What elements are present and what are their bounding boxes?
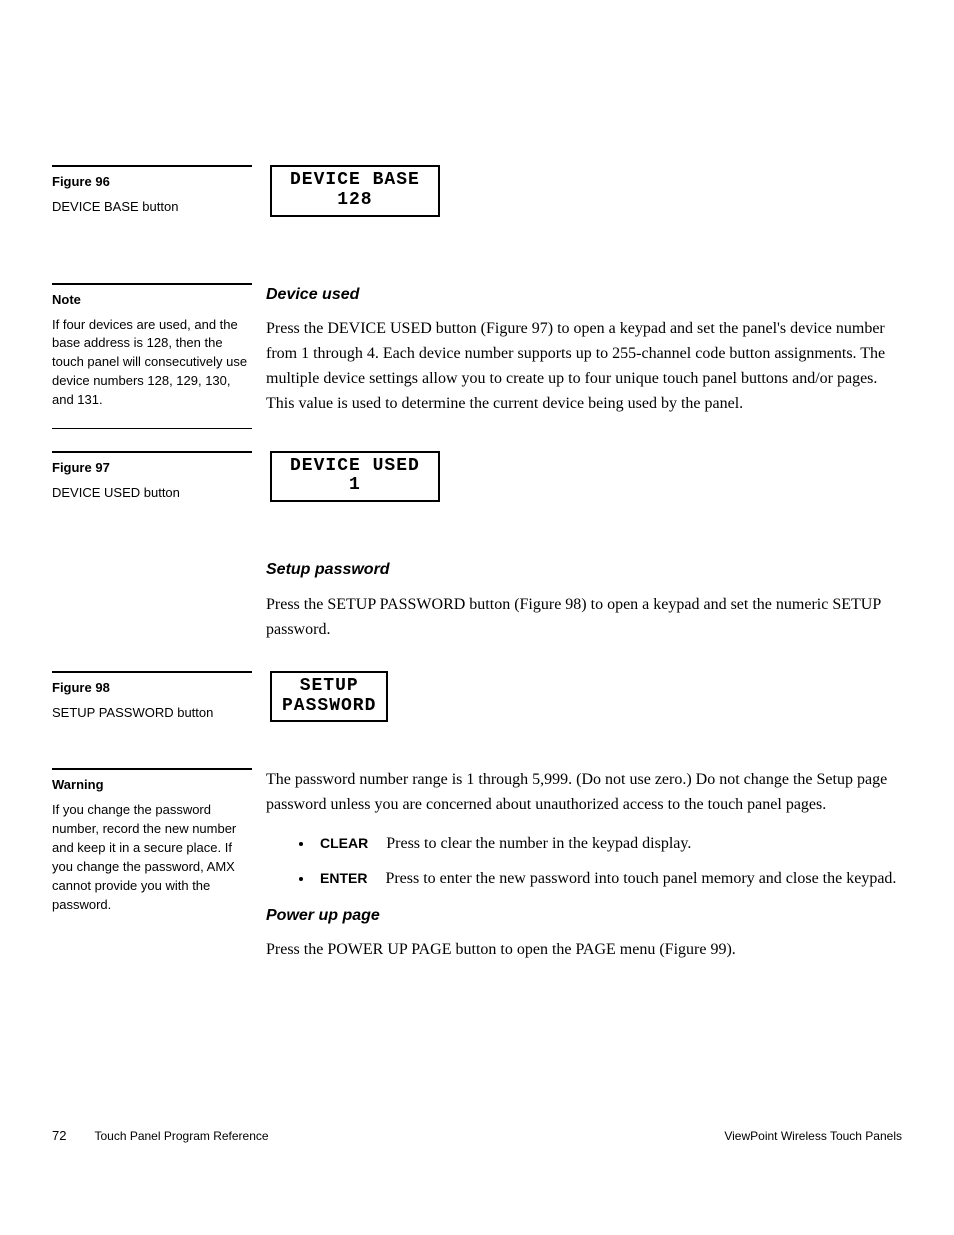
- para-device-used: Press the DEVICE USED button (Figure 97)…: [266, 317, 902, 416]
- footer-right: ViewPoint Wireless Touch Panels: [724, 1129, 902, 1143]
- section-title-setup-password: Setup password: [266, 558, 902, 583]
- row-figure-97: Figure 97 DEVICE USED button DEVICE USED…: [52, 451, 902, 521]
- para-setup-password-1: Press the SETUP PASSWORD button (Figure …: [266, 593, 902, 643]
- setup-password-line1: SETUP: [282, 677, 376, 697]
- text-clear: Press to clear the number in the keypad …: [386, 835, 691, 852]
- device-base-button: DEVICE BASE 128: [270, 165, 440, 217]
- figure-97-label: Figure 97: [52, 459, 252, 478]
- bullet-list: CLEAR Press to clear the number in the ke…: [314, 832, 902, 892]
- warning-text: If you change the password number, recor…: [52, 801, 252, 914]
- main-setup-password-2: The password number range is 1 through 5…: [252, 768, 902, 977]
- main-setup-password-1: Setup password Press the SETUP PASSWORD …: [252, 558, 902, 656]
- note-text: If four devices are used, and the base a…: [52, 316, 252, 410]
- note-label: Note: [52, 291, 252, 310]
- page-number: 72: [52, 1128, 66, 1143]
- main-figure-98: SETUP PASSWORD: [252, 671, 902, 723]
- text-enter: Press to enter the new password into tou…: [385, 870, 896, 887]
- footer-left: Touch Panel Program Reference: [94, 1129, 268, 1143]
- row-figure-96: Figure 96 DEVICE BASE button DEVICE BASE…: [52, 165, 902, 235]
- figure-97-caption: DEVICE USED button: [52, 484, 252, 503]
- sidebar-figure-96: Figure 96 DEVICE BASE button: [52, 165, 252, 235]
- bullet-clear: CLEAR Press to clear the number in the ke…: [314, 832, 902, 857]
- bullet-enter: ENTER Press to enter the new password int…: [314, 867, 902, 892]
- row-setup-password-2: Warning If you change the password numbe…: [52, 768, 902, 977]
- warning-label: Warning: [52, 776, 252, 795]
- section-title-device-used: Device used: [266, 283, 902, 308]
- sidebar-note: Note If four devices are used, and the b…: [52, 283, 252, 429]
- kw-clear: CLEAR: [320, 835, 368, 851]
- para-setup-password-2: The password number range is 1 through 5…: [266, 768, 902, 818]
- setup-password-button: SETUP PASSWORD: [270, 671, 388, 723]
- setup-password-line2: PASSWORD: [282, 697, 376, 717]
- device-used-line2: 1: [290, 476, 420, 496]
- sidebar-warning: Warning If you change the password numbe…: [52, 768, 252, 932]
- para-power-up: Press the POWER UP PAGE button to open t…: [266, 938, 902, 963]
- section-title-power-up: Power up page: [266, 904, 902, 929]
- figure-98-label: Figure 98: [52, 679, 252, 698]
- figure-98-caption: SETUP PASSWORD button: [52, 704, 252, 723]
- device-base-line1: DEVICE BASE: [290, 171, 420, 191]
- main-figure-96: DEVICE BASE 128: [252, 165, 902, 217]
- figure-96-label: Figure 96: [52, 173, 252, 192]
- sidebar-figure-97: Figure 97 DEVICE USED button: [52, 451, 252, 521]
- sidebar-figure-98: Figure 98 SETUP PASSWORD button: [52, 671, 252, 741]
- device-used-button: DEVICE USED 1: [270, 451, 440, 503]
- main-figure-97: DEVICE USED 1: [252, 451, 902, 503]
- row-device-used: Note If four devices are used, and the b…: [52, 283, 902, 431]
- row-setup-password-1: Setup password Press the SETUP PASSWORD …: [52, 558, 902, 656]
- figure-96-caption: DEVICE BASE button: [52, 198, 252, 217]
- row-figure-98: Figure 98 SETUP PASSWORD button SETUP PA…: [52, 671, 902, 741]
- page-body: Figure 96 DEVICE BASE button DEVICE BASE…: [52, 165, 902, 977]
- device-used-line1: DEVICE USED: [290, 457, 420, 477]
- kw-enter: ENTER: [320, 870, 367, 886]
- device-base-line2: 128: [290, 191, 420, 211]
- main-device-used: Device used Press the DEVICE USED button…: [252, 283, 902, 431]
- page-footer: 72 Touch Panel Program Reference ViewPoi…: [52, 1128, 902, 1143]
